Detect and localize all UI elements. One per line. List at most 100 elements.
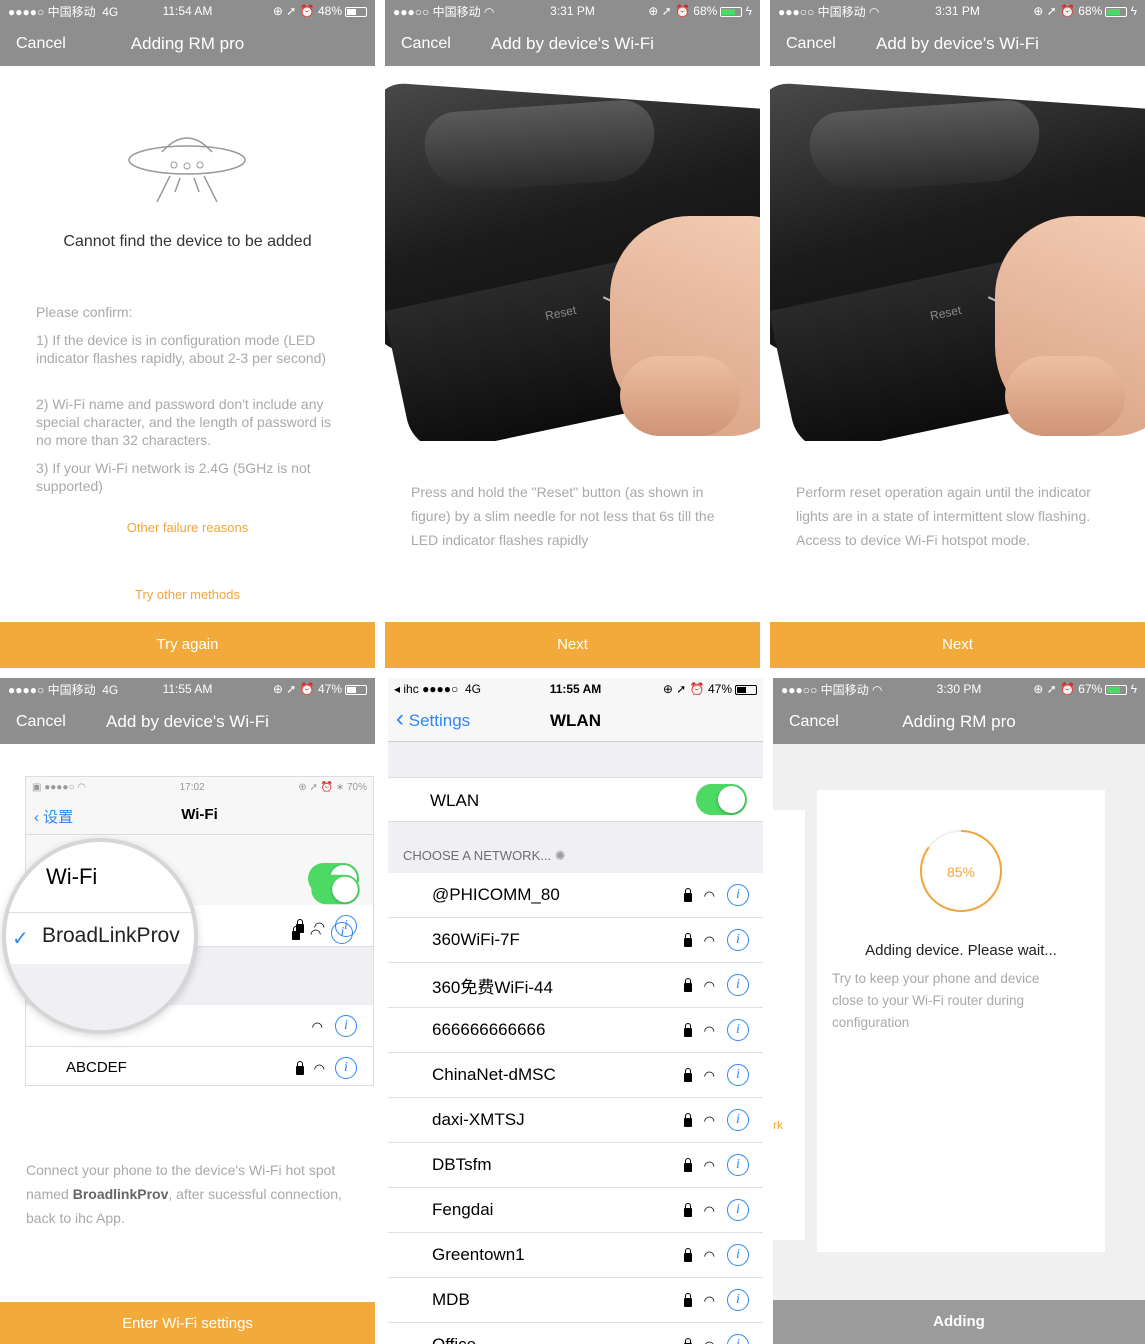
other-failure-reasons-link[interactable]: Other failure reasons xyxy=(0,520,375,535)
selected-check-icon: ✓ xyxy=(12,928,29,950)
page-title: Adding RM pro xyxy=(902,712,1016,731)
error-heading: Cannot find the device to be added xyxy=(63,233,312,250)
network-row[interactable]: Fengdai ◠ i xyxy=(388,1188,763,1233)
page-title: Add by device's Wi-Fi xyxy=(491,34,654,53)
status-bar: ●●●○○ 中国移动 ◠ 3:31 PM ⊕ ➚ ⏰ 68% ϟ xyxy=(385,0,760,22)
spinner-icon: ✺ xyxy=(554,848,566,863)
wlan-row: WLAN xyxy=(388,777,763,822)
inner-title: Wi-Fi xyxy=(181,806,218,823)
network-row[interactable]: 360免费WiFi-44 ◠ i xyxy=(388,963,763,1008)
network-name: 360免费WiFi-44 xyxy=(432,977,553,997)
inner-nav-bar: ‹ 设置 Wi-Fi xyxy=(26,797,373,835)
network-name: Office xyxy=(432,1335,476,1344)
carrier: ●●●●○ 中国移动 xyxy=(8,682,96,697)
confirm-point: 1) If the device is in configuration mod… xyxy=(36,332,327,366)
lock-icon xyxy=(683,977,692,992)
wifi-signal-icon: ◠ xyxy=(703,932,715,948)
wifi-signal-icon: ◠ xyxy=(703,1247,715,1263)
battery-icon xyxy=(345,684,367,695)
ufo-icon xyxy=(128,137,246,203)
battery-percent: 68% xyxy=(693,4,718,18)
instruction-text: Connect your phone to the device's Wi-Fi… xyxy=(26,1158,356,1230)
network-name: Fengdai xyxy=(432,1200,494,1219)
wifi-icon: ◠ xyxy=(483,4,495,19)
status-bar: ●●●●○ 中国移动 4G 11:54 AM ⊕ ➚ ⏰ 48% xyxy=(0,0,375,22)
info-icon[interactable]: i xyxy=(727,929,749,951)
nav-bar: Cancel Adding RM pro xyxy=(0,22,375,66)
status-bar: ●●●○○ 中国移动 ◠ 3:31 PM ⊕ ➚ ⏰ 68% ϟ xyxy=(770,0,1145,22)
battery-icon xyxy=(735,684,757,695)
info-icon[interactable]: i xyxy=(727,1064,749,1086)
info-icon[interactable]: i xyxy=(727,974,749,996)
try-other-methods-link[interactable]: Try other methods xyxy=(0,587,375,602)
info-icon: i xyxy=(331,922,354,944)
progress-percent: 85% xyxy=(946,864,976,880)
info-icon[interactable]: i xyxy=(727,1109,749,1131)
wifi-signal-icon: ◠ xyxy=(311,1018,323,1034)
network-row[interactable]: Office ◠ i xyxy=(388,1323,763,1344)
wifi-icon: ◠ xyxy=(868,4,880,19)
lock-icon xyxy=(295,1060,304,1075)
network-row[interactable]: @PHICOMM_80 ◠ i xyxy=(388,873,763,918)
background-card-text: rk xyxy=(773,1118,783,1132)
wifi-signal-icon: ◠ xyxy=(703,977,715,993)
wifi-signal-icon: ◠ xyxy=(703,887,715,903)
network-row[interactable]: MDB ◠ i xyxy=(388,1278,763,1323)
network-row[interactable]: 666666666666 ◠ i xyxy=(388,1008,763,1053)
network-row[interactable]: 360WiFi-7F ◠ i xyxy=(388,918,763,963)
confirm-title: Please confirm: xyxy=(36,304,133,320)
instruction-text: Press and hold the "Reset" button (as sh… xyxy=(411,484,715,548)
wifi-signal-icon: ◠ xyxy=(310,925,322,941)
next-button[interactable]: Next xyxy=(385,622,760,668)
screen-reset-step: ●●●○○ 中国移动 ◠ 3:31 PM ⊕ ➚ ⏰ 68% ϟ Cancel … xyxy=(385,0,760,668)
screen-wlan-settings: ◂ ihc ●●●●○ 4G 11:55 AM ⊕ ➚ ⏰ 47% ‹ Sett… xyxy=(388,678,763,1344)
finger xyxy=(1005,356,1125,436)
magnifier-circle: Wi-Fi ✓ BroadLinkProv xyxy=(2,838,198,1034)
nav-bar: Cancel Adding RM pro xyxy=(773,700,1145,744)
hotspot-name: BroadlinkProv xyxy=(72,1186,169,1202)
battery-percent: 68% xyxy=(1078,4,1103,18)
network-row[interactable]: daxi-XMTSJ ◠ i xyxy=(388,1098,763,1143)
lock-icon xyxy=(683,887,692,902)
wifi-signal-icon: ◠ xyxy=(313,1060,325,1076)
lock-icon xyxy=(683,1157,692,1172)
lock-icon xyxy=(683,1067,692,1082)
info-icon[interactable]: i xyxy=(727,1244,749,1266)
info-icon[interactable]: i xyxy=(727,1199,749,1221)
carrier: ●●●○○ 中国移动 xyxy=(393,4,481,19)
device-reset-photo: Reset xyxy=(770,66,1145,441)
status-bar: ◂ ihc ●●●●○ 4G 11:55 AM ⊕ ➚ ⏰ 47% xyxy=(388,678,763,700)
next-button[interactable]: Next xyxy=(770,622,1145,668)
adding-note: Try to keep your phone and device close … xyxy=(832,971,1040,1030)
info-icon[interactable]: i xyxy=(727,884,749,906)
nav-bar: Cancel Add by device's Wi-Fi xyxy=(770,22,1145,66)
wifi-signal-icon: ◠ xyxy=(703,1112,715,1128)
try-again-button[interactable]: Try again xyxy=(0,622,375,668)
magnified-wifi-label: Wi-Fi xyxy=(46,864,98,889)
network-name: Greentown1 xyxy=(432,1245,525,1264)
info-icon[interactable]: i xyxy=(727,1154,749,1176)
carrier: ●●●●○ 中国移动 xyxy=(8,4,96,19)
clock: 11:55 AM xyxy=(549,682,602,696)
device-reset-photo: Reset xyxy=(385,66,760,441)
carrier: ●●●○○ 中国移动 xyxy=(778,4,866,19)
info-icon[interactable]: i xyxy=(727,1289,749,1311)
network-name: MDB xyxy=(432,1290,470,1309)
wifi-signal-icon: ◠ xyxy=(703,1202,715,1218)
nav-bar: Cancel Add by device's Wi-Fi xyxy=(0,700,375,744)
network-row[interactable]: DBTsfm ◠ i xyxy=(388,1143,763,1188)
info-icon[interactable]: i xyxy=(727,1019,749,1041)
info-icon[interactable]: i xyxy=(727,1334,749,1344)
enter-wifi-settings-button[interactable]: Enter Wi-Fi settings xyxy=(0,1302,375,1344)
page-title: WLAN xyxy=(550,711,601,730)
network-name: daxi-XMTSJ xyxy=(432,1110,525,1129)
wlan-toggle[interactable] xyxy=(696,784,747,815)
inner-battery: 70% xyxy=(346,781,367,793)
lock-icon xyxy=(683,1022,692,1037)
adding-button: Adding xyxy=(773,1300,1145,1344)
network-row[interactable]: ChinaNet-dMSC ◠ i xyxy=(388,1053,763,1098)
page-title: Add by device's Wi-Fi xyxy=(106,712,269,731)
network-row[interactable]: Greentown1 ◠ i xyxy=(388,1233,763,1278)
confirm-point: 2) Wi-Fi name and password don't include… xyxy=(36,396,331,448)
lock-icon xyxy=(683,1112,692,1127)
